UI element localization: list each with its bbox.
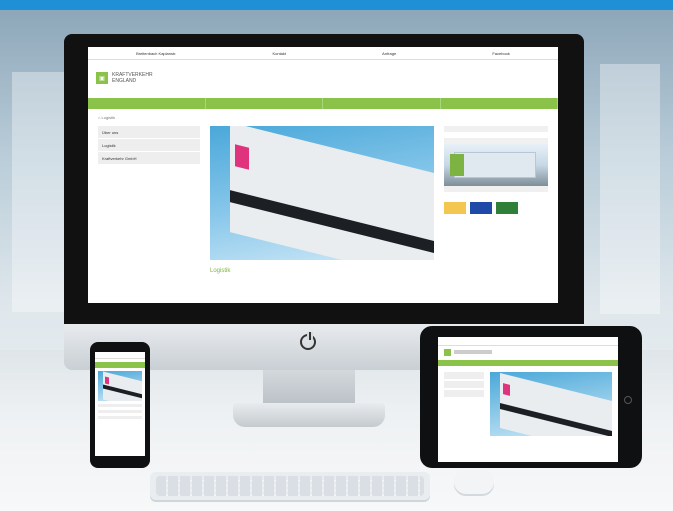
partner-logo [444, 202, 466, 214]
site-logo[interactable]: ▣ KRAFTVERKEHR ENGLAND [88, 60, 558, 90]
top-link[interactable]: Breitenbach Kaplanstr. [136, 51, 176, 56]
right-column [444, 126, 548, 277]
tablet-home-button[interactable] [624, 396, 632, 404]
phone-screen [95, 352, 145, 456]
top-links: Breitenbach Kaplanstr. Kontakt Anfrage F… [88, 47, 558, 60]
main-navigation [88, 98, 558, 109]
background-window [600, 64, 660, 314]
logo-line-2: ENGLAND [112, 78, 137, 84]
nav-item[interactable] [441, 98, 558, 109]
content-area: Über uns Logistik Kraftverkehr GmbH Logi… [88, 126, 558, 277]
partner-logo [496, 202, 518, 214]
monitor-foot [233, 403, 385, 427]
nav-item[interactable] [323, 98, 441, 109]
breadcrumb-label[interactable]: Logistik [102, 115, 116, 120]
top-accent-bar [0, 0, 673, 10]
logo-icon: ▣ [96, 72, 108, 84]
tablet-screen [438, 337, 618, 462]
hero-headline: Logistik [210, 268, 231, 274]
building-logo [235, 144, 249, 170]
breadcrumb: ⌂ Logistik [88, 109, 558, 126]
top-link[interactable]: Facebook [492, 51, 510, 56]
keyboard-keys [156, 476, 424, 496]
hero-image [210, 126, 434, 260]
desktop-scene: Breitenbach Kaplanstr. Kontakt Anfrage F… [0, 0, 673, 511]
top-link[interactable]: Kontakt [272, 51, 286, 56]
partner-logo [470, 202, 492, 214]
main-content: Logistik [210, 126, 434, 277]
nav-item[interactable] [88, 98, 206, 109]
power-icon[interactable] [300, 332, 316, 350]
sidebar-item[interactable]: Über uns [98, 126, 200, 139]
right-box-title [444, 186, 548, 192]
monitor-screen: Breitenbach Kaplanstr. Kontakt Anfrage F… [88, 47, 558, 303]
nav-item[interactable] [206, 98, 323, 109]
sidebar-item[interactable]: Kraftverkehr GmbH [98, 152, 200, 165]
sidebar: Über uns Logistik Kraftverkehr GmbH [98, 126, 200, 277]
mouse [454, 470, 494, 494]
sidebar-item[interactable]: Logistik [98, 139, 200, 152]
partner-logos [444, 202, 548, 214]
truck-image [444, 144, 548, 186]
top-link[interactable]: Anfrage [382, 51, 396, 56]
background-window [12, 72, 68, 312]
home-icon[interactable]: ⌂ [98, 115, 100, 120]
